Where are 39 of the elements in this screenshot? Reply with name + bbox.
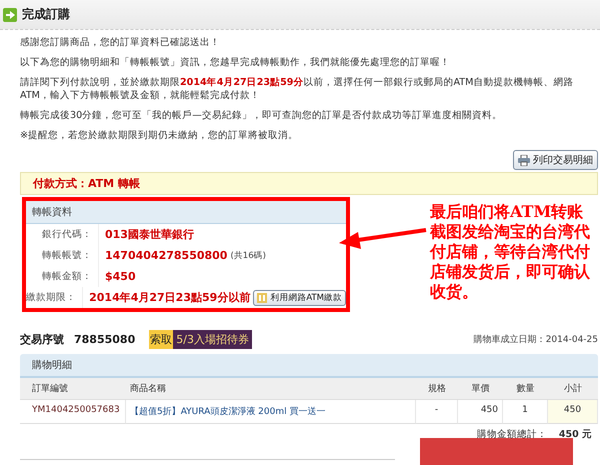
product-link[interactable]: 【超值5折】AYURA頭皮潔淨液 200ml 買一送一 [126, 400, 416, 424]
code-length-note: (共16碼) [230, 250, 266, 262]
column-header: 訂單編號 [20, 378, 126, 400]
total-label: 購物金額總計： [476, 428, 547, 441]
page-title: 完成訂購 [22, 6, 70, 23]
column-header: 商品名稱 [126, 378, 416, 400]
annotation-text: 最后咱们将ATM转账截图发给淘宝的台湾代付店铺，等待台湾代付店铺发货后，即可确认收货。 [430, 202, 590, 302]
intro-paragraph: 轉帳完成後30分鐘，您可至「我的帳戶—交易紀錄」，即可查詢您的訂單是否付款成功等訂單進度相關資料。 [20, 109, 503, 122]
intro-paragraph: 請詳閱下列付款說明，並於繳款期限2014年4月27日23點59分以前，選擇任何一部銀行或郵局的ATM自動提款機轉帳、網路ATM，輸入下方轉帳帳號及金額，就能輕鬆完成付款！ [20, 76, 574, 102]
field-label: 轉帳金額： [26, 266, 99, 287]
panel-title: 購物明細 [20, 354, 598, 378]
intro-paragraph: 感謝您訂購商品，您的訂單資料已確認送出！ [20, 36, 221, 49]
intro-paragraph: 以下為您的購物明細和「轉帳帳號」資訊，您越早完成轉帳動作，我們就能優先處理您的訂單喔！ [20, 56, 451, 69]
print-button[interactable]: 列印交易明細 [513, 150, 598, 170]
field-label: 銀行代碼： [26, 224, 99, 245]
promo-banner[interactable]: 5/3入場招待券 [173, 330, 252, 349]
panel-title: 轉帳資料 [26, 201, 346, 224]
transaction-number: 78855080 [74, 333, 136, 346]
table-cell: 450 [458, 400, 503, 424]
table-cell: YM1404250057683 [20, 400, 126, 424]
field-value: $450 [105, 270, 136, 283]
column-header: 小計 [548, 378, 598, 400]
field-label: 繳款期限： [26, 287, 84, 308]
transaction-label: 交易序號 [20, 332, 64, 347]
table-cell: - [416, 400, 458, 424]
column-header: 數量 [503, 378, 548, 400]
field-label: 轉帳帳號： [26, 245, 99, 266]
online-atm-button[interactable]: 利用網路ATM繳款 [253, 290, 346, 306]
cart-date: 購物車成立日期：2014-04-25 [474, 334, 598, 346]
promo-tag[interactable]: 索取 [149, 330, 174, 349]
intro-paragraph: ※提醒您，若您於繳款期限到期仍未繳納，您的訂單將被取消。 [20, 129, 300, 142]
field-value: 1470404278550800 [105, 249, 228, 262]
column-header: 單價 [458, 378, 503, 400]
field-value: 013國泰世華銀行 [105, 227, 194, 242]
total-value: 450 元 [558, 428, 592, 441]
payment-method-bar: 付款方式：ATM 轉帳 [20, 172, 598, 195]
table-cell: 450 [548, 400, 598, 424]
column-header: 規格 [416, 378, 458, 400]
field-value: 2014年4月27日23點59分以前 [89, 290, 250, 305]
